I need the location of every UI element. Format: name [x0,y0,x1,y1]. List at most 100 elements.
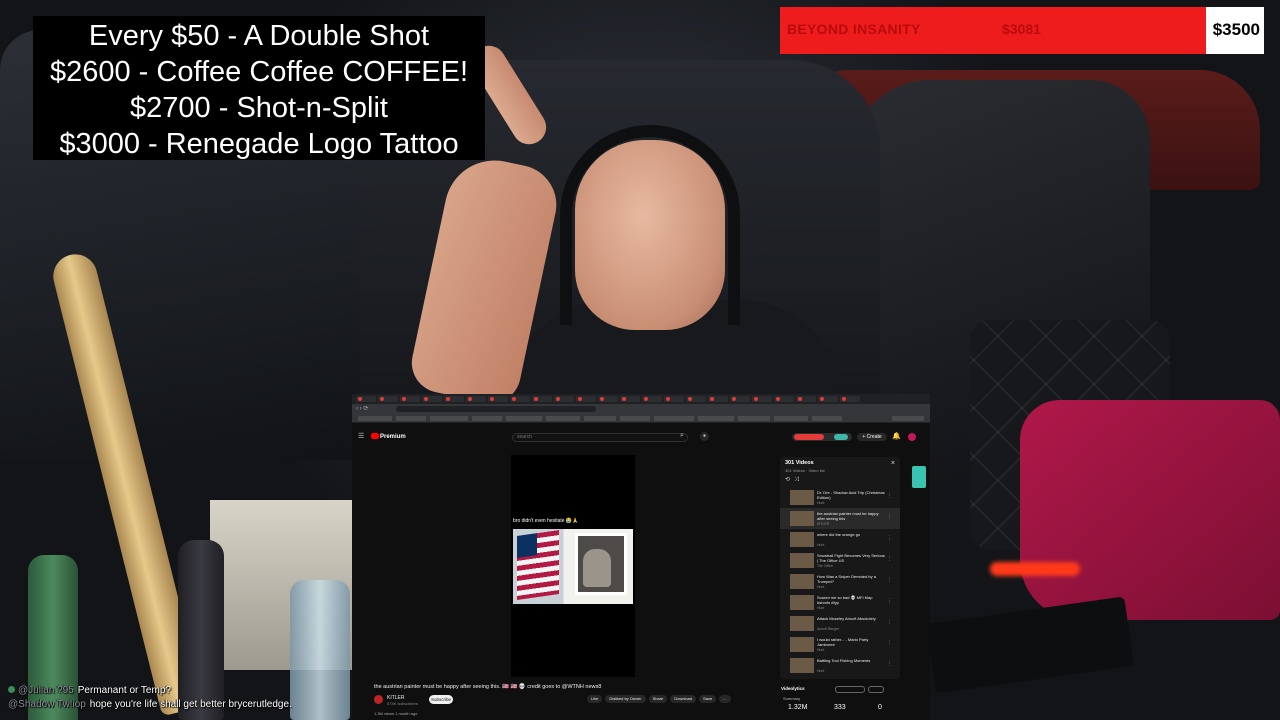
microphone-icon[interactable]: ● [700,432,709,441]
url-field[interactable] [396,406,596,412]
bookmark-item[interactable] [892,416,924,421]
youtube-header: ☰ Premium search ⌕ ● + Create 🔔 [352,429,930,445]
bookmark-item[interactable] [654,416,694,421]
browser-tab-strip[interactable] [352,394,930,404]
list-item[interactable]: I would rather... - Mario Party Jamboree… [780,634,900,655]
item-channel: Hurk [817,585,825,589]
bookmark-item[interactable] [774,416,808,421]
list-item[interactable]: How Was a Sniper Demoted by a Trumpet? Hu… [780,571,900,592]
browser-tab[interactable] [466,396,486,402]
search-input[interactable]: search [512,433,688,442]
analytics-button[interactable] [835,686,865,693]
more-vert-icon[interactable]: ⋮ [887,640,892,646]
chat-overlay: @Julian ?95 Permanant or Temp? @Shadow Tw… [8,684,608,712]
search-icon[interactable]: ⌕ [680,432,684,440]
more-vert-icon[interactable]: ⋮ [887,598,892,604]
browser-tab[interactable] [554,396,574,402]
list-item[interactable]: the austrian painter must be happy after… [780,508,900,529]
browser-tab[interactable] [422,396,442,402]
bookmark-item[interactable] [584,416,616,421]
bookmark-item[interactable] [358,416,392,421]
goal-line: $2600 - Coffee Coffee COFFEE! [49,56,469,88]
browser-tab[interactable] [752,396,772,402]
download-button[interactable]: Download [670,695,697,703]
chat-badge-icon [8,686,15,693]
analytics-heading: Videolytics [781,686,805,691]
item-channel: Hurk [817,606,825,610]
bookmark-item[interactable] [546,416,580,421]
bookmark-item[interactable] [812,416,842,421]
more-vert-icon[interactable]: ⋮ [887,556,892,562]
save-button[interactable]: Save [699,695,717,703]
more-actions-button[interactable]: ... [719,695,731,703]
thumbnail [790,511,814,526]
more-vert-icon[interactable]: ⋮ [887,535,892,541]
shorts-player[interactable]: bro didn't even hesitate 😭🙏 [511,455,635,677]
avatar[interactable] [908,433,916,441]
item-title: Snowball Fight Becomes Very Serious | Th… [817,553,885,563]
bookmark-item[interactable] [506,416,542,421]
browser-tab[interactable] [664,396,684,402]
chat-text: hope you're life shall get better brycer… [89,699,292,710]
list-item[interactable]: Battling Tool Fishing Moments Hurk ⋮ [780,655,900,676]
list-item[interactable]: Dr. Dre - Shadow Acid Trip (Christmas Ed… [780,487,900,508]
progress-current-amount: $3081 [1002,21,1041,37]
playlist-subtitle: 301 Videos · Video list [785,468,825,473]
browser-tab[interactable] [796,396,816,402]
list-item[interactable]: where did the orange go Hurk ⋮ [780,529,900,550]
browser-tab[interactable] [818,396,838,402]
more-vert-icon[interactable]: ⋮ [887,619,892,625]
bookmark-item[interactable] [430,416,468,421]
more-vert-icon[interactable]: ⋮ [887,493,892,499]
browser-tab[interactable] [488,396,508,402]
browser-tab[interactable] [620,396,640,402]
bookmark-item[interactable] [698,416,734,421]
more-vert-icon[interactable]: ⋮ [887,514,892,520]
browser-tab[interactable] [576,396,596,402]
loop-shuffle-icon[interactable]: ⟲⤨ [785,476,803,484]
video-frame[interactable] [513,529,633,604]
more-vert-icon[interactable]: ⋮ [887,661,892,667]
browser-tab[interactable] [730,396,750,402]
browser-tab[interactable] [642,396,662,402]
item-title: How Was a Sniper Demoted by a Trumpet? [817,574,876,584]
bookmark-item[interactable] [738,416,770,421]
red-led-light [990,562,1080,576]
thumbnail [790,574,814,589]
item-channel: Hurk [817,669,825,673]
browser-tab[interactable] [708,396,728,402]
dislike-button[interactable]: Disliked by Owner [605,695,646,703]
list-item[interactable]: Scared me so bad 💀 MFI Map #shorts #fyp H… [780,592,900,613]
stat-likes: 333 [834,704,846,711]
nav-arrows-icon[interactable]: ‹ › ⟳ [356,406,368,412]
browser-tab[interactable] [400,396,420,402]
browser-tab[interactable] [444,396,464,402]
close-icon[interactable]: × [891,460,895,467]
browser-tab[interactable] [356,396,376,402]
analytics-summary: Summary [783,696,801,701]
browser-tab[interactable] [774,396,794,402]
browser-tab[interactable] [840,396,860,402]
share-button[interactable]: Share [648,695,668,703]
create-button[interactable]: + Create [857,433,887,441]
live-indicator[interactable] [792,433,852,441]
bookmark-item[interactable] [620,416,650,421]
analytics-button[interactable] [868,686,884,693]
list-item[interactable]: Attack Moseley Airsoft Absolutely Airsoft… [780,613,900,634]
browser-tab[interactable] [378,396,398,402]
list-item[interactable]: Snowball Fight Becomes Very Serious | Th… [780,550,900,571]
browser-tab[interactable] [598,396,618,402]
donation-progress-bar: BEYOND INSANITY $3081 $3500 [780,7,1264,54]
youtube-logo[interactable]: Premium [371,433,406,440]
more-vert-icon[interactable]: ⋮ [887,577,892,583]
extension-side-button[interactable] [912,466,926,488]
browser-tab[interactable] [686,396,706,402]
browser-tab[interactable] [532,396,552,402]
goal-line: Every $50 - A Double Shot [88,20,430,52]
goal-line: $3000 - Renegade Logo Tattoo [59,128,459,160]
hamburger-menu-icon[interactable]: ☰ [358,432,364,440]
bookmark-item[interactable] [472,416,502,421]
notification-bell-icon[interactable]: 🔔 [892,432,901,440]
browser-tab[interactable] [510,396,530,402]
bookmark-item[interactable] [396,416,426,421]
